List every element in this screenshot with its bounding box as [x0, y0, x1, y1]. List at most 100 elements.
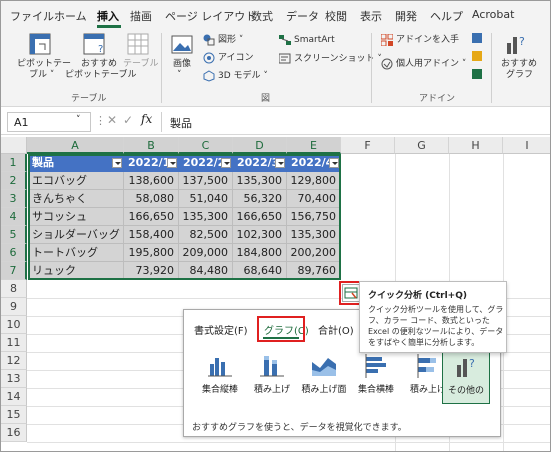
- table-cell[interactable]: 129,800: [287, 172, 341, 190]
- table-cell[interactable]: 166,650: [124, 208, 179, 226]
- table-cell[interactable]: 70,400: [287, 190, 341, 208]
- column-header-d[interactable]: D: [233, 137, 287, 154]
- row-header-2[interactable]: 2: [1, 172, 27, 190]
- row-header-5[interactable]: 5: [1, 226, 27, 244]
- tab-page-layout[interactable]: ページ レイアウト: [165, 8, 256, 24]
- tab-draw[interactable]: 描画: [130, 8, 152, 24]
- column-header-b[interactable]: B: [124, 137, 179, 154]
- table-cell[interactable]: 84,480: [179, 262, 233, 280]
- qa-tab-formatting[interactable]: 書式設定(F): [194, 322, 248, 337]
- filter-dropdown-icon[interactable]: [112, 158, 122, 168]
- screenshot-label[interactable]: スクリーンショット ˅: [294, 54, 382, 65]
- table-cell[interactable]: 51,040: [179, 190, 233, 208]
- recommended-charts-label-2[interactable]: グラフ: [506, 70, 533, 81]
- column-header-e[interactable]: E: [287, 137, 341, 154]
- recommended-pivot-icon[interactable]: ?: [83, 33, 105, 55]
- tab-review[interactable]: 校閲: [325, 8, 347, 24]
- formula-value[interactable]: 製品: [170, 115, 192, 131]
- enter-icon[interactable]: ✓: [123, 113, 133, 127]
- row-header-8[interactable]: 8: [1, 280, 27, 298]
- table-cell[interactable]: サコッシュ: [28, 208, 124, 226]
- row-header-10[interactable]: 10: [1, 316, 27, 334]
- table-cell[interactable]: リュック: [28, 262, 124, 280]
- row-header-11[interactable]: 11: [1, 334, 27, 352]
- formula-input[interactable]: 製品: [161, 112, 549, 132]
- qa-stacked-column[interactable]: 積み上げ: [246, 348, 298, 400]
- image-icon[interactable]: [171, 35, 193, 55]
- tab-insert[interactable]: 挿入: [97, 8, 119, 24]
- column-header-i[interactable]: I: [503, 137, 550, 154]
- qa-clustered-bar[interactable]: 集合横棒: [350, 348, 402, 400]
- table-cell[interactable]: 82,500: [179, 226, 233, 244]
- row-header-4[interactable]: 4: [1, 208, 27, 226]
- smartart-icon[interactable]: [279, 34, 291, 46]
- tab-file[interactable]: ファイル: [10, 8, 54, 24]
- pivot-table-icon[interactable]: [29, 33, 51, 55]
- table-cell[interactable]: 102,300: [233, 226, 287, 244]
- icons-label[interactable]: アイコン: [218, 53, 254, 64]
- table-cell[interactable]: エコバッグ: [28, 172, 124, 190]
- table-cell[interactable]: 58,080: [124, 190, 179, 208]
- table-cell[interactable]: 138,600: [124, 172, 179, 190]
- qa-clustered-column[interactable]: 集合縦棒: [194, 348, 246, 400]
- tab-developer[interactable]: 開発: [395, 8, 417, 24]
- table-cell[interactable]: 73,920: [124, 262, 179, 280]
- table-cell[interactable]: 135,300: [233, 172, 287, 190]
- my-addins-icon[interactable]: [381, 58, 393, 70]
- table-cell[interactable]: トートバッグ: [28, 244, 124, 262]
- table-header-2022-2[interactable]: 2022/2: [179, 154, 233, 172]
- filter-dropdown-icon[interactable]: [275, 158, 285, 168]
- qa-stacked-area[interactable]: 積み上げ面: [298, 348, 350, 400]
- shapes-icon[interactable]: [203, 34, 215, 46]
- table-header-product[interactable]: 製品: [28, 154, 124, 172]
- row-header-14[interactable]: 14: [1, 388, 27, 406]
- table-cell[interactable]: 89,760: [287, 262, 341, 280]
- table-cell[interactable]: 166,650: [233, 208, 287, 226]
- table-cell[interactable]: 195,800: [124, 244, 179, 262]
- insert-function-icon[interactable]: fx: [141, 112, 152, 126]
- table-cell[interactable]: 68,640: [233, 262, 287, 280]
- cancel-icon[interactable]: ✕: [107, 113, 117, 127]
- recommended-charts-label[interactable]: おすすめ: [501, 59, 537, 70]
- column-header-a[interactable]: A: [27, 137, 124, 154]
- table-header-2022-3[interactable]: 2022/3: [233, 154, 287, 172]
- get-addins-icon[interactable]: [381, 34, 393, 46]
- image-label[interactable]: 画像: [173, 59, 191, 70]
- qa-tab-totals[interactable]: 合計(O): [318, 322, 354, 337]
- table-header-2022-1[interactable]: 2022/1: [124, 154, 179, 172]
- icons-icon[interactable]: [203, 52, 215, 64]
- row-header-1[interactable]: 1: [1, 154, 27, 172]
- recommended-charts-icon[interactable]: ?: [505, 33, 529, 55]
- get-addins-label[interactable]: アドインを入手: [396, 35, 459, 46]
- my-addins-label[interactable]: 個人用アドイン ˅: [396, 59, 466, 70]
- recommended-pivot-label[interactable]: おすすめ: [81, 59, 117, 70]
- filter-dropdown-icon[interactable]: [329, 158, 339, 168]
- row-header-7[interactable]: 7: [1, 262, 27, 280]
- table-cell[interactable]: きんちゃく: [28, 190, 124, 208]
- table-cell[interactable]: ショルダーバッグ: [28, 226, 124, 244]
- pivot-table-label[interactable]: ピボットテー: [17, 59, 71, 70]
- filter-dropdown-icon[interactable]: [221, 158, 231, 168]
- table-header-2022-4[interactable]: 2022/4: [287, 154, 341, 172]
- table-cell[interactable]: 135,300: [179, 208, 233, 226]
- smartart-label[interactable]: SmartArt: [294, 35, 335, 46]
- tab-home[interactable]: ホーム: [54, 8, 87, 24]
- bing-maps-icon[interactable]: [472, 51, 482, 61]
- table-cell[interactable]: 158,400: [124, 226, 179, 244]
- screenshot-icon[interactable]: [279, 53, 291, 65]
- 3d-model-icon[interactable]: [203, 70, 215, 82]
- recommended-pivot-label-2[interactable]: ピボットテーブル: [65, 70, 136, 81]
- row-header-3[interactable]: 3: [1, 190, 27, 208]
- tab-formulas[interactable]: 数式: [251, 8, 273, 24]
- name-box-dropdown-icon[interactable]: ˅: [76, 115, 81, 125]
- people-graph-icon[interactable]: [472, 69, 482, 79]
- select-all-corner[interactable]: [1, 137, 27, 154]
- 3d-model-label[interactable]: 3D モデル ˅: [218, 71, 268, 82]
- filter-dropdown-icon[interactable]: [167, 158, 177, 168]
- column-header-h[interactable]: H: [449, 137, 503, 154]
- row-header-15[interactable]: 15: [1, 406, 27, 424]
- tab-data[interactable]: データ: [286, 8, 319, 24]
- qa-more-charts[interactable]: ? その他の: [442, 348, 490, 404]
- table-cell[interactable]: 137,500: [179, 172, 233, 190]
- name-box[interactable]: A1 ˅: [7, 112, 91, 132]
